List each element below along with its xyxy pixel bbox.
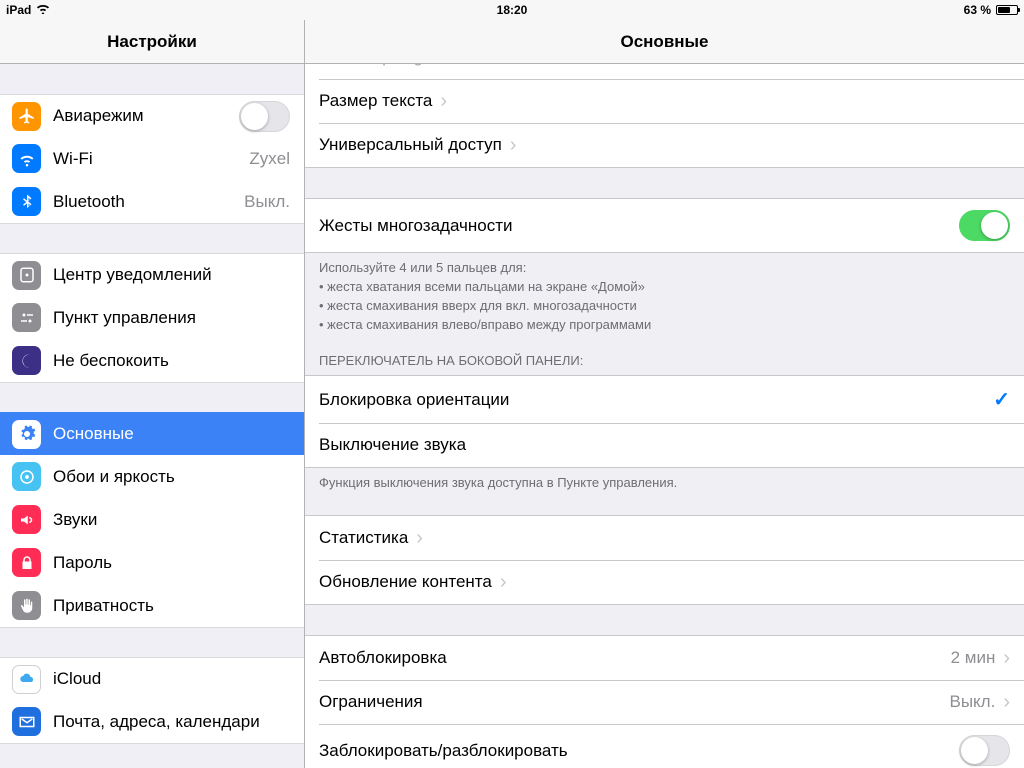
sidebar-item-bluetooth[interactable]: Bluetooth Выкл. <box>0 180 304 224</box>
caption-line: Используйте 4 или 5 пальцев для: <box>319 259 1010 278</box>
row-label: Заблокировать/разблокировать <box>319 741 568 761</box>
sidebar-item-wallpaper[interactable]: Обои и яркость <box>0 455 304 499</box>
row-spotlight[interactable]: Поиск Spotlight › <box>305 64 1024 79</box>
chevron-right-icon: › <box>1003 692 1010 712</box>
row-accessibility[interactable]: Универсальный доступ › <box>305 123 1024 167</box>
row-background-refresh[interactable]: Обновление контента › <box>305 560 1024 604</box>
sidebar-item-wifi[interactable]: Wi-Fi Zyxel <box>0 137 304 181</box>
sidebar-item-label: Звуки <box>53 510 97 530</box>
row-label: Универсальный доступ <box>319 135 502 155</box>
multitask-gestures-toggle[interactable] <box>959 210 1010 241</box>
sidebar-item-label: Пароль <box>53 553 112 573</box>
device-name: iPad <box>6 3 31 17</box>
sidebar-item-label: Пункт управления <box>53 308 196 328</box>
chevron-right-icon: › <box>440 91 447 111</box>
bluetooth-icon <box>12 187 41 216</box>
gestures-caption: Используйте 4 или 5 пальцев для: • жеста… <box>305 253 1024 338</box>
sidebar-item-label: iCloud <box>53 669 101 689</box>
wallpaper-icon <box>12 462 41 491</box>
control-center-icon <box>12 303 41 332</box>
sidebar-title: Настройки <box>0 20 305 63</box>
sidebar-item-label: Wi-Fi <box>53 149 93 169</box>
notification-center-icon <box>12 261 41 290</box>
sounds-icon <box>12 505 41 534</box>
row-label: Выключение звука <box>319 435 466 455</box>
moon-icon <box>12 346 41 375</box>
row-label: Ограничения <box>319 692 423 712</box>
chevron-right-icon: › <box>416 528 423 548</box>
checkmark-icon: ✓ <box>993 387 1010 412</box>
row-label: Жесты многозадачности <box>319 216 513 236</box>
sidebar-item-general[interactable]: Основные <box>0 412 304 456</box>
sidebar-item-control-center[interactable]: Пункт управления <box>0 296 304 340</box>
cloud-icon <box>12 665 41 694</box>
sidebar-item-label: Центр уведомлений <box>53 265 212 285</box>
caption-line: • жеста смахивания влево/вправо между пр… <box>319 316 1010 335</box>
row-text-size[interactable]: Размер текста › <box>305 79 1024 123</box>
restrictions-value: Выкл. <box>949 692 995 712</box>
sidebar-item-mail[interactable]: Почта, адреса, календари <box>0 700 304 744</box>
wifi-icon <box>12 144 41 173</box>
sidebar-item-sounds[interactable]: Звуки <box>0 498 304 542</box>
lock-icon <box>12 548 41 577</box>
sidebar-item-passcode[interactable]: Пароль <box>0 541 304 585</box>
sidebar-item-notification-center[interactable]: Центр уведомлений <box>0 253 304 297</box>
gear-icon <box>12 420 41 449</box>
row-label: Обновление контента <box>319 572 492 592</box>
caption-line: • жеста смахивания вверх для вкл. многоз… <box>319 297 1010 316</box>
row-usage[interactable]: Статистика › <box>305 516 1024 560</box>
row-restrictions[interactable]: Ограничения Выкл. › <box>305 680 1024 724</box>
airplane-toggle[interactable] <box>239 101 290 132</box>
row-label: Размер текста <box>319 91 432 111</box>
sidebar-item-icloud[interactable]: iCloud <box>0 657 304 701</box>
airplane-icon <box>12 102 41 131</box>
clock: 18:20 <box>497 3 528 17</box>
chevron-right-icon: › <box>510 135 517 155</box>
row-label: Блокировка ориентации <box>319 390 509 410</box>
battery-percent: 63 % <box>964 3 991 17</box>
mute-footer: Функция выключения звука доступна в Пунк… <box>305 468 1024 497</box>
lock-unlock-toggle[interactable] <box>959 735 1010 766</box>
sidebar-item-label: Авиарежим <box>53 106 144 126</box>
row-multitask-gestures[interactable]: Жесты многозадачности <box>305 199 1024 252</box>
side-switch-header: ПЕРЕКЛЮЧАТЕЛЬ НА БОКОВОЙ ПАНЕЛИ: <box>305 338 1024 375</box>
chevron-right-icon: › <box>445 64 452 67</box>
sidebar-item-airplane[interactable]: Авиарежим <box>0 94 304 138</box>
chevron-right-icon: › <box>500 572 507 592</box>
row-label: Автоблокировка <box>319 648 447 668</box>
row-mute[interactable]: Выключение звука <box>305 423 1024 467</box>
status-bar: iPad 18:20 63 % <box>0 0 1024 20</box>
detail-panel[interactable]: Поиск Spotlight › Размер текста › Универ… <box>305 64 1024 768</box>
sidebar-item-privacy[interactable]: Приватность <box>0 584 304 628</box>
caption-line: • жеста хватания всеми пальцами на экран… <box>319 278 1010 297</box>
bluetooth-value: Выкл. <box>244 192 290 212</box>
settings-sidebar[interactable]: Авиарежим Wi-Fi Zyxel Bluetooth Выкл. Це… <box>0 64 305 768</box>
nav-bar: Настройки Основные <box>0 20 1024 64</box>
mail-icon <box>12 707 41 736</box>
hand-icon <box>12 591 41 620</box>
row-lock-unlock[interactable]: Заблокировать/разблокировать <box>305 724 1024 768</box>
sidebar-item-label: Bluetooth <box>53 192 125 212</box>
chevron-right-icon: › <box>1003 648 1010 668</box>
battery-icon <box>996 5 1018 15</box>
sidebar-item-label: Обои и яркость <box>53 467 175 487</box>
row-label: Статистика <box>319 528 408 548</box>
row-label: Поиск Spotlight <box>319 64 437 67</box>
detail-title: Основные <box>305 20 1024 63</box>
row-lock-rotation[interactable]: Блокировка ориентации ✓ <box>305 376 1024 423</box>
wifi-value: Zyxel <box>249 149 290 169</box>
sidebar-item-dnd[interactable]: Не беспокоить <box>0 339 304 383</box>
autolock-value: 2 мин <box>951 648 996 668</box>
row-autolock[interactable]: Автоблокировка 2 мин › <box>305 636 1024 680</box>
sidebar-item-label: Не беспокоить <box>53 351 169 371</box>
sidebar-item-label: Основные <box>53 424 134 444</box>
wifi-status-icon <box>36 3 50 17</box>
sidebar-item-label: Приватность <box>53 596 154 616</box>
sidebar-item-label: Почта, адреса, календари <box>53 712 260 732</box>
